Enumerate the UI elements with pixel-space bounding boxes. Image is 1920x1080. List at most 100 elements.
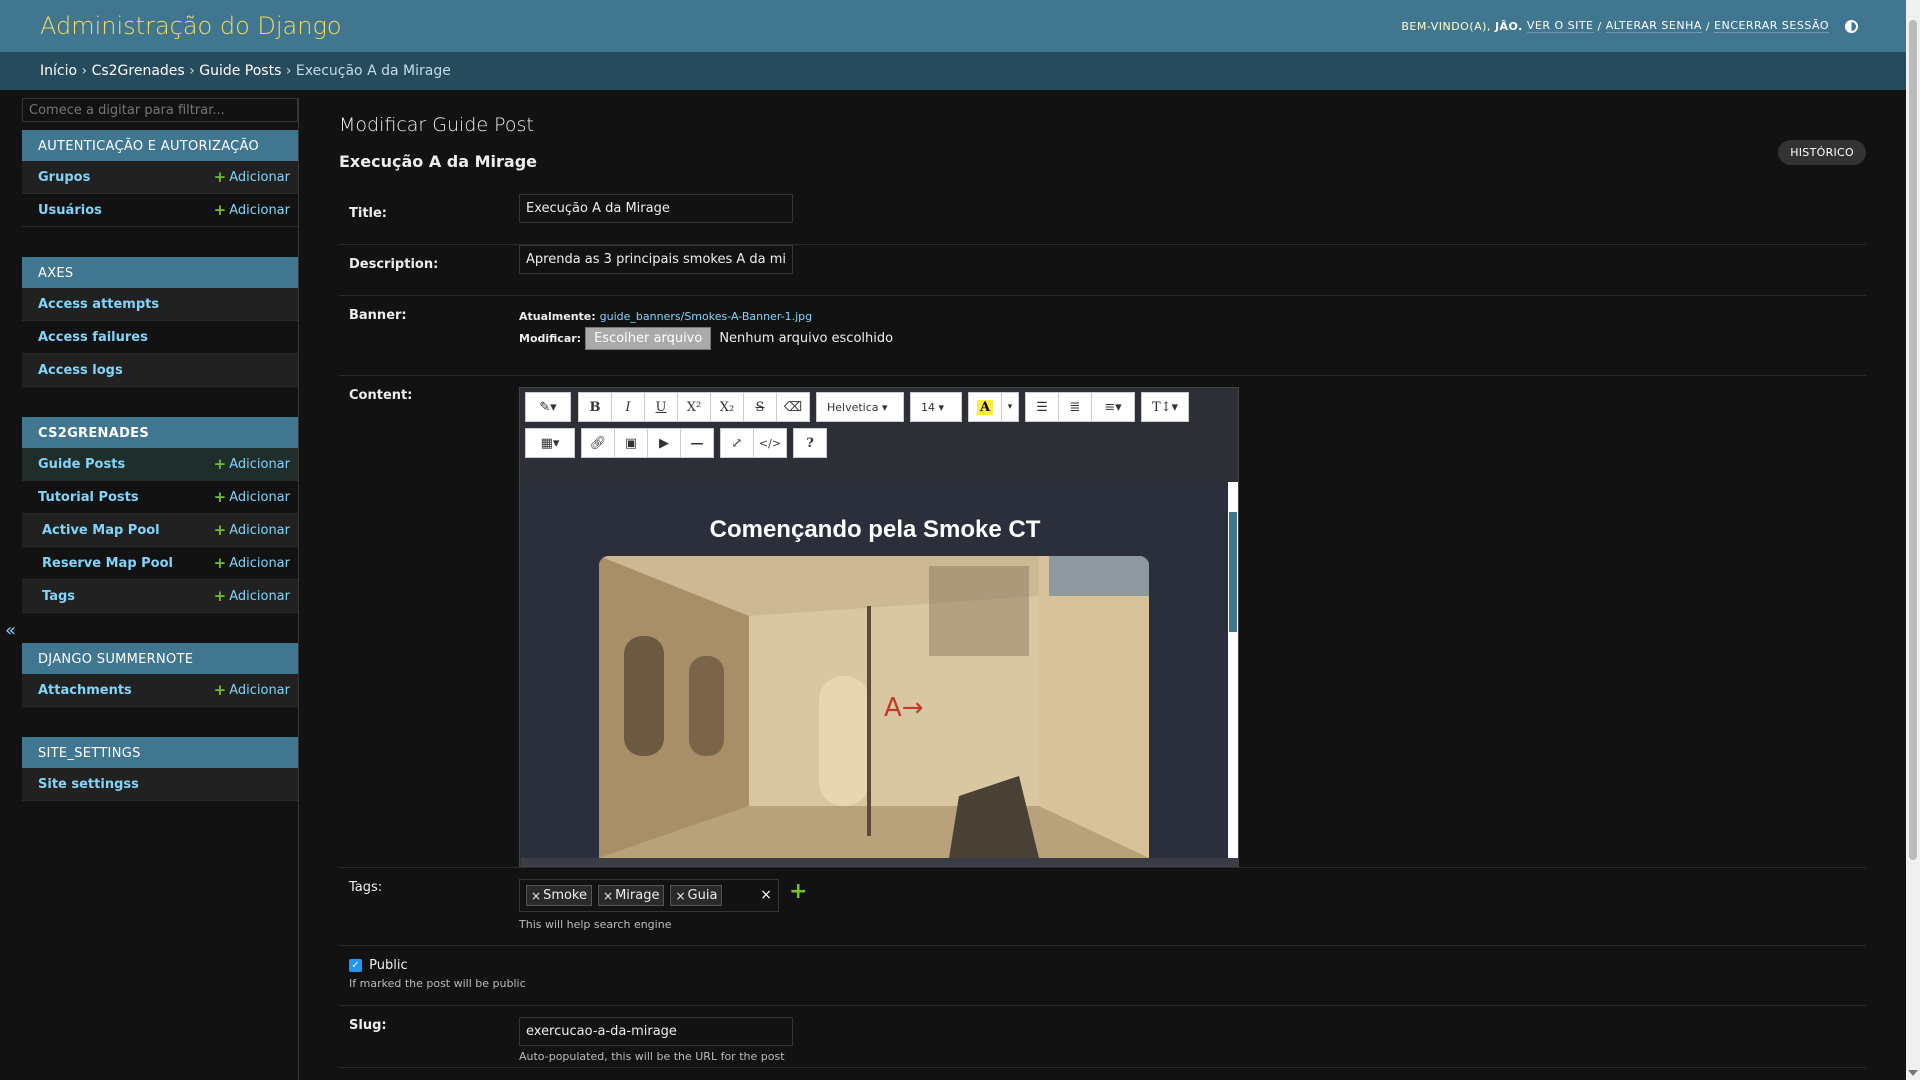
italic-icon[interactable]: I (611, 392, 645, 422)
add-link[interactable]: + Adicionar (214, 554, 290, 572)
picture-icon[interactable]: ▣ (614, 428, 648, 458)
current-file-link[interactable]: guide_banners/Smokes-A-Banner-1.jpg (600, 310, 812, 323)
text-color-icon[interactable]: A (968, 392, 1002, 422)
codeview-icon[interactable]: </> (753, 428, 787, 458)
choose-file-button[interactable]: Escolher arquivo (585, 327, 712, 350)
content-image[interactable]: A→ (599, 556, 1149, 858)
view-site-link[interactable]: VER O SITE (1526, 19, 1594, 33)
sidebar-item-tags: Tags + Adicionar (22, 580, 298, 613)
module-caption[interactable]: Axes (22, 257, 298, 288)
separator: / (1597, 19, 1602, 33)
table-icon[interactable]: ▦▾ (525, 428, 575, 458)
tag-remove-icon[interactable]: × (531, 889, 541, 903)
font-family-select[interactable]: Helvetica ▾ (816, 392, 904, 422)
paragraph-align-icon[interactable]: ≡▾ (1091, 392, 1135, 422)
model-link[interactable]: Tutorial Posts (38, 490, 139, 505)
change-password-link[interactable]: ALTERAR SENHA (1605, 19, 1702, 33)
no-file-text: Nenhum arquivo escolhido (719, 331, 894, 346)
public-help: If marked the post will be public (349, 977, 526, 990)
module-caption[interactable]: Cs2Grenades (22, 417, 298, 448)
scroll-thumb[interactable] (1229, 512, 1237, 632)
tag-remove-icon[interactable]: × (603, 889, 613, 903)
model-link[interactable]: Attachments (38, 683, 132, 698)
nav-filter-input[interactable] (22, 98, 298, 122)
add-label: Adicionar (229, 456, 290, 472)
add-link[interactable]: + Adicionar (214, 455, 290, 473)
model-link[interactable]: Reserve Map Pool (38, 556, 173, 571)
add-link[interactable]: + Adicionar (214, 521, 290, 539)
breadcrumb-home[interactable]: Início (40, 63, 77, 79)
breadcrumb-model[interactable]: Guide Posts (199, 63, 281, 79)
description-input[interactable] (519, 245, 793, 274)
scroll-down-icon[interactable] (1908, 1070, 1918, 1076)
form-row-description: Description: (339, 245, 1866, 296)
add-link[interactable]: + Adicionar (214, 587, 290, 605)
add-label: Adicionar (229, 555, 290, 571)
underline-icon[interactable]: U (644, 392, 678, 422)
module-axes: Axes Access attempts Access failures Acc… (22, 257, 298, 387)
model-link[interactable]: Access attempts (38, 297, 159, 312)
model-link[interactable]: Site settingss (38, 777, 139, 792)
strikethrough-icon[interactable]: S (743, 392, 777, 422)
horizontal-rule-icon[interactable]: — (680, 428, 714, 458)
content-heading[interactable]: Començando pela Smoke CT (521, 516, 1229, 544)
tags-select[interactable]: × Smoke × Mirage × Guia × (519, 879, 779, 912)
editor-scrollbar[interactable] (1228, 482, 1238, 858)
public-checkbox[interactable]: ✓ (349, 959, 362, 972)
add-link[interactable]: + Adicionar (214, 168, 290, 186)
public-label: Public (369, 958, 408, 973)
link-icon[interactable]: 🔗︎ (581, 428, 615, 458)
title-input[interactable] (519, 194, 793, 223)
description-label: Description: (349, 257, 439, 272)
toggle-sidebar-button[interactable]: « (5, 620, 16, 641)
tags-label: Tags: (349, 880, 383, 895)
separator: / (1705, 19, 1711, 33)
mirage-screenshot-image: A→ (599, 556, 1149, 858)
module-caption[interactable]: Site_Settings (22, 737, 298, 768)
font-size-value: 14 (921, 400, 935, 414)
page-scroll-thumb[interactable] (1909, 20, 1917, 860)
history-button[interactable]: Histórico (1778, 140, 1866, 165)
model-link[interactable]: Access failures (38, 330, 148, 345)
add-link[interactable]: + Adicionar (214, 681, 290, 699)
superscript-icon[interactable]: X² (677, 392, 711, 422)
tag-remove-icon[interactable]: × (675, 889, 685, 903)
model-link[interactable]: Tags (38, 589, 75, 604)
model-link[interactable]: Guide Posts (38, 457, 125, 472)
logout-link[interactable]: ENCERRAR SESSÃO (1714, 19, 1829, 33)
module-caption[interactable]: Django Summernote (22, 643, 298, 674)
theme-toggle-icon[interactable] (1845, 19, 1858, 33)
breadcrumb-current: Execução A da Mirage (295, 63, 451, 79)
fullscreen-icon[interactable]: ⤢ (720, 428, 754, 458)
editor-resize-bar[interactable] (521, 858, 1239, 866)
bold-icon[interactable]: B (578, 392, 612, 422)
slug-input[interactable] (519, 1017, 793, 1046)
editor-toolbar: ✎▾ B I U X² X₂ S ⌫ Helvetica ▾ 14 ▾ A ▾ … (520, 388, 1238, 480)
add-tag-icon[interactable]: + (789, 879, 807, 904)
add-link[interactable]: + Adicionar (214, 201, 290, 219)
eraser-icon[interactable]: ⌫ (776, 392, 810, 422)
model-link[interactable]: Access logs (38, 363, 123, 378)
editor-content-area[interactable]: Començando pela Smoke CT A→ (521, 482, 1229, 858)
model-link[interactable]: Active Map Pool (38, 523, 160, 538)
subscript-icon[interactable]: X₂ (710, 392, 744, 422)
model-link[interactable]: Grupos (38, 170, 90, 185)
add-label: Adicionar (229, 682, 290, 698)
ordered-list-icon[interactable]: ≣ (1058, 392, 1092, 422)
magic-style-icon[interactable]: ✎▾ (525, 392, 571, 422)
color-dropdown-icon[interactable]: ▾ (1001, 392, 1019, 422)
video-icon[interactable]: ▶ (647, 428, 681, 458)
clear-tags-icon[interactable]: × (760, 887, 772, 903)
add-link[interactable]: + Adicionar (214, 488, 290, 506)
sidebar-item-active-map-pool: Active Map Pool + Adicionar (22, 514, 298, 547)
unordered-list-icon[interactable]: ☰ (1025, 392, 1059, 422)
plus-icon: + (213, 168, 227, 186)
module-caption[interactable]: Autenticação e Autorização (22, 130, 298, 161)
help-icon[interactable]: ? (793, 428, 827, 458)
site-branding[interactable]: Administração do Django (40, 12, 342, 40)
font-size-select[interactable]: 14 ▾ (910, 392, 962, 422)
breadcrumb-app[interactable]: Cs2Grenades (92, 63, 185, 79)
page-scrollbar[interactable] (1906, 0, 1920, 1080)
model-link[interactable]: Usuários (38, 203, 102, 218)
line-height-icon[interactable]: T↕▾ (1141, 392, 1189, 422)
